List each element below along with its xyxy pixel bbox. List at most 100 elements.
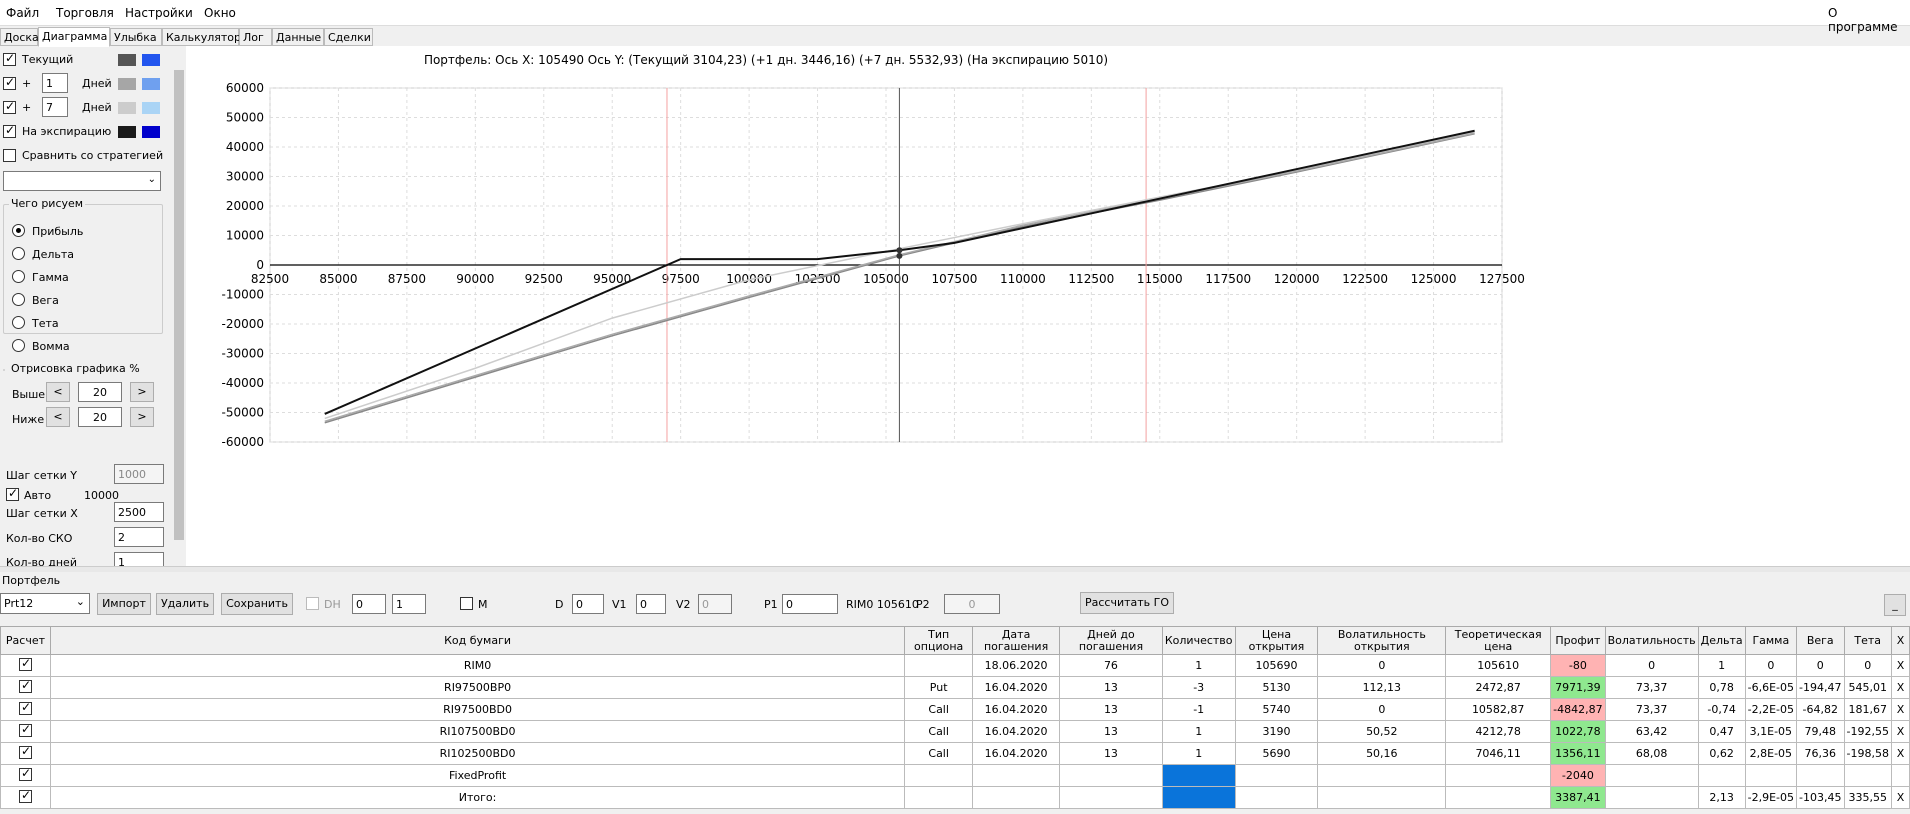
p7-color-1[interactable] [118, 102, 136, 114]
column-header-14[interactable]: Тета [1843, 626, 1892, 655]
current-color-1[interactable] [118, 54, 136, 66]
column-header-2[interactable]: Тип опциона [904, 626, 974, 655]
column-header-8[interactable]: Теоретическая цена [1445, 626, 1552, 655]
below-input[interactable]: 20 [78, 407, 122, 427]
calc-checkbox-cell[interactable] [0, 676, 51, 699]
remove-row-cell[interactable]: X [1890, 676, 1910, 699]
column-header-0[interactable]: Расчет [0, 626, 51, 655]
plus7-checkbox[interactable] [3, 99, 16, 114]
calc-checkbox-cell[interactable] [0, 698, 51, 721]
exp-color-1[interactable] [118, 126, 136, 138]
save-button[interactable]: Сохранить [221, 593, 293, 615]
column-header-13[interactable]: Вега [1796, 626, 1845, 655]
radio-theta[interactable] [12, 316, 25, 329]
compare-checkbox[interactable] [3, 149, 16, 162]
p1-input[interactable]: 0 [782, 594, 838, 614]
radio-delta[interactable] [12, 247, 25, 260]
calc-checkbox[interactable] [18, 722, 32, 737]
calc-checkbox[interactable] [18, 766, 32, 781]
radio-vega[interactable] [12, 293, 25, 306]
table-row[interactable]: RIM018.06.20207611056900105610-8001000X [0, 654, 1910, 677]
tab-board[interactable]: Доска [0, 28, 39, 46]
dh-spinner-2[interactable]: 1 [392, 594, 426, 614]
m-checkbox[interactable] [460, 597, 473, 610]
sko-input[interactable]: 2 [114, 527, 164, 547]
table-row[interactable]: RI107500BD0Call16.04.2020131319050,52421… [0, 720, 1910, 743]
days-count-input[interactable]: 1 [114, 552, 164, 566]
table-row[interactable]: RI97500BP0Put16.04.202013-35130112,13247… [0, 676, 1910, 699]
days7-input[interactable]: 7 [42, 97, 68, 117]
calc-checkbox-cell[interactable] [0, 654, 51, 677]
column-header-15[interactable]: X [1890, 626, 1910, 655]
expiry-checkbox[interactable] [3, 123, 16, 138]
calc-checkbox[interactable] [18, 788, 32, 803]
radio-gamma[interactable] [12, 270, 25, 283]
column-header-6[interactable]: Цена открытия [1234, 626, 1319, 655]
current-color-2[interactable] [142, 54, 160, 66]
v2-input[interactable]: 0 [698, 594, 732, 614]
splitter[interactable] [0, 566, 1910, 572]
p2-input[interactable]: 0 [944, 594, 1000, 614]
remove-row-cell[interactable]: X [1890, 742, 1910, 765]
calc-go-button[interactable]: Рассчитать ГО [1080, 592, 1174, 614]
dh-checkbox[interactable] [306, 597, 319, 610]
p1-color-1[interactable] [118, 78, 136, 90]
column-header-7[interactable]: Волатильность открытия [1317, 626, 1447, 655]
calc-checkbox[interactable] [18, 678, 32, 693]
d-input[interactable]: 0 [572, 594, 604, 614]
strategy-select[interactable]: ⌄ [3, 171, 161, 191]
tab-data[interactable]: Данные [272, 28, 324, 46]
table-row[interactable]: RI102500BD0Call16.04.2020131569050,16704… [0, 742, 1910, 765]
menu-file[interactable]: Файл [6, 6, 39, 20]
menu-window[interactable]: Окно [204, 6, 236, 20]
profit-chart[interactable]: Портфель: Ось X: 105490 Ось Y: (Текущий … [186, 46, 1910, 566]
column-header-3[interactable]: Дата погашения [972, 626, 1061, 655]
days1-input[interactable]: 1 [42, 73, 68, 93]
portfolio-select[interactable]: Prt12 ⌄ [0, 593, 90, 614]
menu-settings[interactable]: Настройки [125, 6, 193, 20]
remove-row-cell[interactable]: X [1890, 698, 1910, 721]
table-row[interactable]: FixedProfit -2040 [0, 764, 1910, 787]
p7-color-2[interactable] [142, 102, 160, 114]
table-row[interactable]: RI97500BD0Call16.04.202013-15740010582,8… [0, 698, 1910, 721]
v1-input[interactable]: 0 [636, 594, 666, 614]
below-increment-button[interactable]: > [130, 407, 154, 427]
column-header-10[interactable]: Волатильность [1604, 626, 1699, 655]
below-decrement-button[interactable]: < [46, 407, 70, 427]
tab-log[interactable]: Лог [239, 28, 272, 46]
remove-row-cell[interactable]: X [1890, 786, 1910, 809]
remove-row-cell[interactable]: X [1890, 654, 1910, 677]
above-input[interactable]: 20 [78, 382, 122, 402]
menu-trade[interactable]: Торговля [56, 6, 114, 20]
calc-checkbox-cell[interactable] [0, 742, 51, 765]
column-header-12[interactable]: Гамма [1744, 626, 1798, 655]
delete-button[interactable]: Удалить [156, 593, 214, 615]
exp-color-2[interactable] [142, 126, 160, 138]
grid-x-input[interactable]: 2500 [114, 502, 164, 522]
calc-checkbox[interactable] [18, 700, 32, 715]
import-button[interactable]: Импорт [97, 593, 151, 615]
plus1-checkbox[interactable] [3, 75, 16, 90]
above-increment-button[interactable]: > [130, 382, 154, 402]
column-header-5[interactable]: Количество [1161, 626, 1236, 655]
calc-checkbox[interactable] [18, 656, 32, 671]
calc-checkbox[interactable] [18, 744, 32, 759]
calc-checkbox-cell[interactable] [0, 720, 51, 743]
above-decrement-button[interactable]: < [46, 382, 70, 402]
table-row[interactable]: Итого: 3387,41 2,13-2,9E-05-103,45335,55X [0, 786, 1910, 809]
column-header-4[interactable]: Дней до погашения [1059, 626, 1163, 655]
tab-diagram[interactable]: Диаграмма [38, 27, 110, 47]
minimize-button[interactable]: _ [1884, 594, 1906, 616]
p1-color-2[interactable] [142, 78, 160, 90]
tab-deals[interactable]: Сделки [324, 28, 373, 46]
left-scroll-thumb[interactable] [174, 70, 184, 540]
dh-spinner-1[interactable]: 0 [352, 594, 386, 614]
calc-checkbox-cell[interactable] [0, 764, 51, 787]
remove-row-cell[interactable]: X [1890, 720, 1910, 743]
remove-row-cell[interactable] [1890, 764, 1910, 787]
column-header-9[interactable]: Профит [1550, 626, 1606, 655]
radio-profit[interactable] [12, 224, 25, 237]
grid-y-input[interactable]: 1000 [114, 464, 164, 484]
tab-calculator[interactable]: Калькулятор [162, 28, 241, 46]
radio-vomma[interactable] [12, 339, 25, 352]
